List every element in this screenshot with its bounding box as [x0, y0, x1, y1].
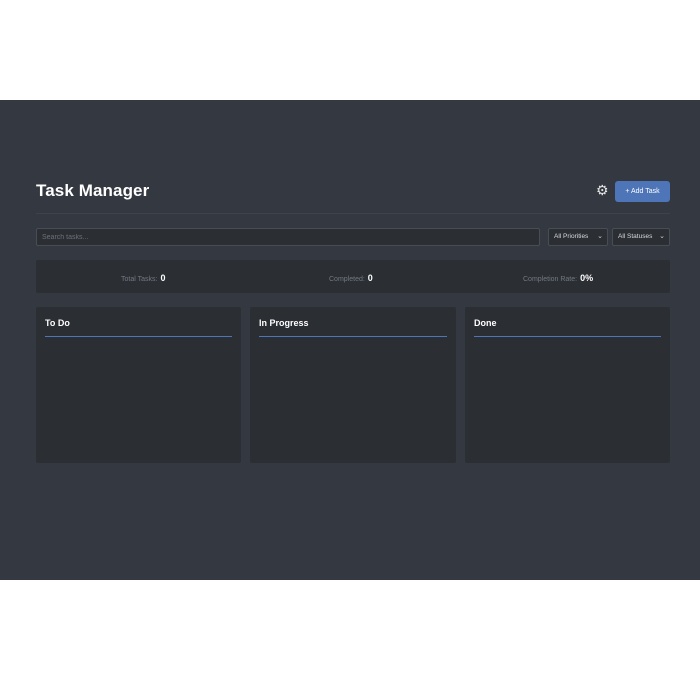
column-title: To Do: [45, 318, 70, 328]
search-input[interactable]: [36, 228, 540, 246]
stat-value: 0: [160, 273, 166, 283]
stat-value: 0: [367, 273, 373, 283]
header-divider: [36, 213, 670, 214]
toolbar: All Priorities ⌄ All Statuses ⌄: [36, 228, 670, 246]
gear-icon[interactable]: ⚙: [596, 183, 609, 197]
status-filter-select[interactable]: All Statuses ⌄: [612, 228, 670, 246]
column-divider: [474, 336, 661, 337]
stat-label: Completed:: [329, 276, 365, 283]
page-title: Task Manager: [36, 181, 150, 200]
column-to-do[interactable]: To Do: [36, 307, 241, 463]
column-divider: [45, 336, 232, 337]
status-filter-value: All Statuses: [618, 233, 653, 240]
column-title: Done: [474, 318, 497, 328]
column-in-progress[interactable]: In Progress: [250, 307, 456, 463]
priority-filter-value: All Priorities: [554, 233, 589, 240]
stat-value: 0%: [580, 273, 594, 283]
stat-total-tasks: Total Tasks: 0: [121, 260, 165, 293]
stat-completion-rate: Completion Rate: 0%: [523, 260, 593, 293]
stats-bar: Total Tasks: 0 Completed: 0 Completion Rat…: [36, 260, 670, 293]
priority-filter-select[interactable]: All Priorities ⌄: [548, 228, 608, 246]
stat-completed: Completed: 0: [329, 260, 373, 293]
header: Task Manager ⚙ + Add Task: [36, 180, 670, 214]
stat-label: Completion Rate:: [523, 276, 578, 283]
column-divider: [259, 336, 447, 337]
column-done[interactable]: Done: [465, 307, 670, 463]
chevron-down-icon: ⌄: [659, 233, 665, 240]
chevron-down-icon: ⌄: [597, 233, 603, 240]
add-task-button[interactable]: + Add Task: [615, 181, 670, 202]
column-title: In Progress: [259, 318, 309, 328]
app-window: Task Manager ⚙ + Add Task All Priorities…: [0, 100, 700, 580]
stat-label: Total Tasks:: [121, 276, 158, 283]
